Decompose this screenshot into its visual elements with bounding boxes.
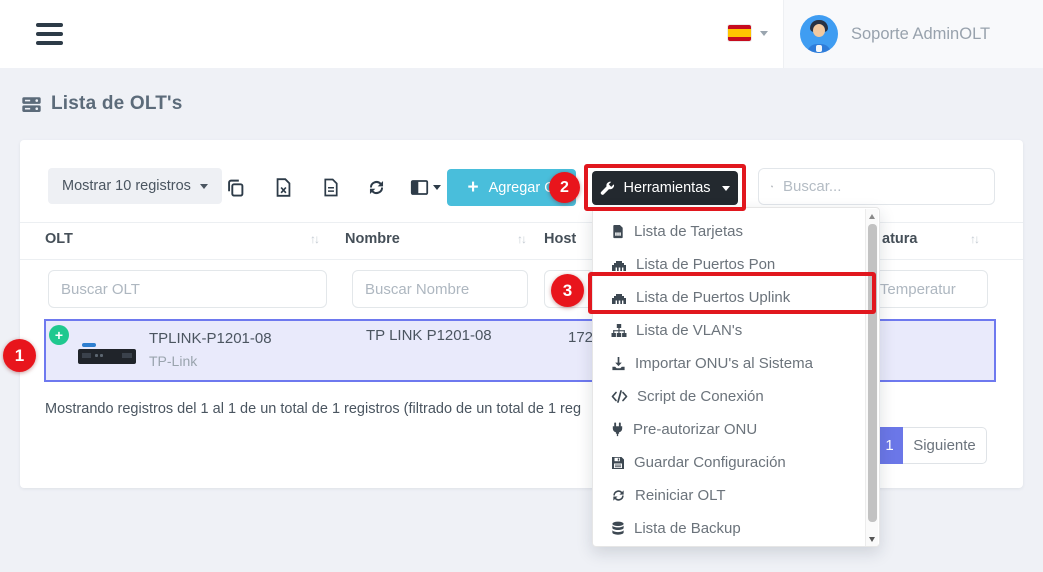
scroll-up-icon[interactable] xyxy=(869,214,875,219)
chevron-down-icon xyxy=(433,185,441,190)
menu-item-script-de-conexion[interactable]: Script de Conexión xyxy=(593,380,879,413)
code-icon xyxy=(611,390,628,403)
dropdown-scrollbar[interactable] xyxy=(865,209,878,547)
chevron-down-icon xyxy=(200,184,208,189)
wrench-icon xyxy=(600,181,615,196)
global-search xyxy=(758,168,995,205)
export-file-button[interactable] xyxy=(323,176,349,198)
file-lines-icon xyxy=(323,178,339,197)
save-icon xyxy=(611,456,625,470)
olt-name: TPLINK-P1201-08 xyxy=(149,330,272,347)
excel-file-icon xyxy=(275,178,292,197)
sort-icon[interactable]: ↑↓ xyxy=(517,232,525,246)
menu-item-lista-de-vlans[interactable]: Lista de VLAN's xyxy=(593,314,879,347)
sort-icon[interactable]: ↑↓ xyxy=(310,232,318,246)
tools-dropdown-button[interactable]: Herramientas xyxy=(592,171,738,205)
topbar: Soporte AdminOLT xyxy=(0,0,1043,68)
spain-flag-icon xyxy=(728,25,751,41)
menu-item-lista-de-puertos-uplink[interactable]: Lista de Puertos Uplink xyxy=(593,281,879,314)
plus-icon: + xyxy=(467,178,478,197)
chevron-down-icon xyxy=(722,186,730,191)
menu-item-guardar-configuracion[interactable]: Guardar Configuración xyxy=(593,446,879,479)
plug-icon xyxy=(611,422,624,437)
plus-icon: + xyxy=(55,327,63,343)
user-menu[interactable]: Soporte AdminOLT xyxy=(783,0,1043,68)
filter-host-input[interactable] xyxy=(544,270,594,308)
page-1-button[interactable]: 1 xyxy=(876,427,903,464)
copy-icon xyxy=(226,178,245,197)
avatar xyxy=(800,15,838,53)
ethernet-icon xyxy=(611,258,627,272)
reload-table-button[interactable] xyxy=(367,176,393,198)
menu-item-lista-de-puertos-pon[interactable]: Lista de Puertos Pon xyxy=(593,248,879,281)
refresh-icon xyxy=(367,178,386,197)
tools-dropdown-menu: Lista de Tarjetas Lista de Puertos Pon L… xyxy=(592,207,880,547)
copy-button[interactable] xyxy=(226,176,252,198)
app-window: Soporte AdminOLT Lista de OLT's Mostrar … xyxy=(0,0,1043,572)
column-header-temperatura[interactable]: atura xyxy=(882,231,917,247)
sim-card-icon xyxy=(611,224,625,239)
menu-item-lista-de-backup[interactable]: Lista de Backup xyxy=(593,512,879,545)
filter-nombre-input[interactable] xyxy=(352,270,528,308)
next-page-button[interactable]: Siguiente xyxy=(903,427,987,464)
menu-item-reiniciar-olt[interactable]: Reiniciar OLT xyxy=(593,479,879,512)
table-info-text: Mostrando registros del 1 al 1 de un tot… xyxy=(45,401,581,417)
pagination: 1 Siguiente xyxy=(876,427,987,464)
columns-icon xyxy=(410,179,429,196)
expand-row-button[interactable]: + xyxy=(49,325,69,345)
database-icon xyxy=(611,521,625,536)
column-visibility-button[interactable] xyxy=(410,176,450,198)
column-header-olt[interactable]: OLT xyxy=(45,231,73,247)
ethernet-icon xyxy=(611,291,627,305)
sidebar-toggle-button[interactable] xyxy=(36,23,63,45)
language-dropdown[interactable] xyxy=(728,25,768,41)
sort-icon[interactable]: ↑↓ xyxy=(970,232,978,246)
olt-device-image xyxy=(78,343,136,367)
scrollbar-thumb[interactable] xyxy=(868,224,877,522)
scroll-down-icon[interactable] xyxy=(869,537,875,542)
add-olt-button[interactable]: + Agregar O xyxy=(447,169,576,206)
search-input[interactable] xyxy=(783,178,982,195)
chevron-down-icon xyxy=(760,31,768,36)
user-name: Soporte AdminOLT xyxy=(851,25,990,44)
page-title: Lista de OLT's xyxy=(21,93,183,115)
menu-item-importar-onus[interactable]: Importar ONU's al Sistema xyxy=(593,347,879,380)
download-icon xyxy=(611,356,626,371)
page-length-select[interactable]: Mostrar 10 registros xyxy=(48,168,222,204)
menu-item-lista-de-tarjetas[interactable]: Lista de Tarjetas xyxy=(593,215,879,248)
column-header-host[interactable]: Host xyxy=(544,231,576,247)
sitemap-icon xyxy=(611,323,627,338)
export-excel-button[interactable] xyxy=(275,176,301,198)
olt-display-name: TP LINK P1201-08 xyxy=(366,327,492,344)
olt-brand: TP-Link xyxy=(149,353,197,369)
refresh-icon xyxy=(611,488,626,503)
filter-olt-input[interactable] xyxy=(48,270,327,308)
search-icon xyxy=(771,178,773,195)
menu-item-pre-autorizar-onu[interactable]: Pre-autorizar ONU xyxy=(593,413,879,446)
column-header-nombre[interactable]: Nombre xyxy=(345,231,400,247)
server-icon xyxy=(21,94,42,115)
